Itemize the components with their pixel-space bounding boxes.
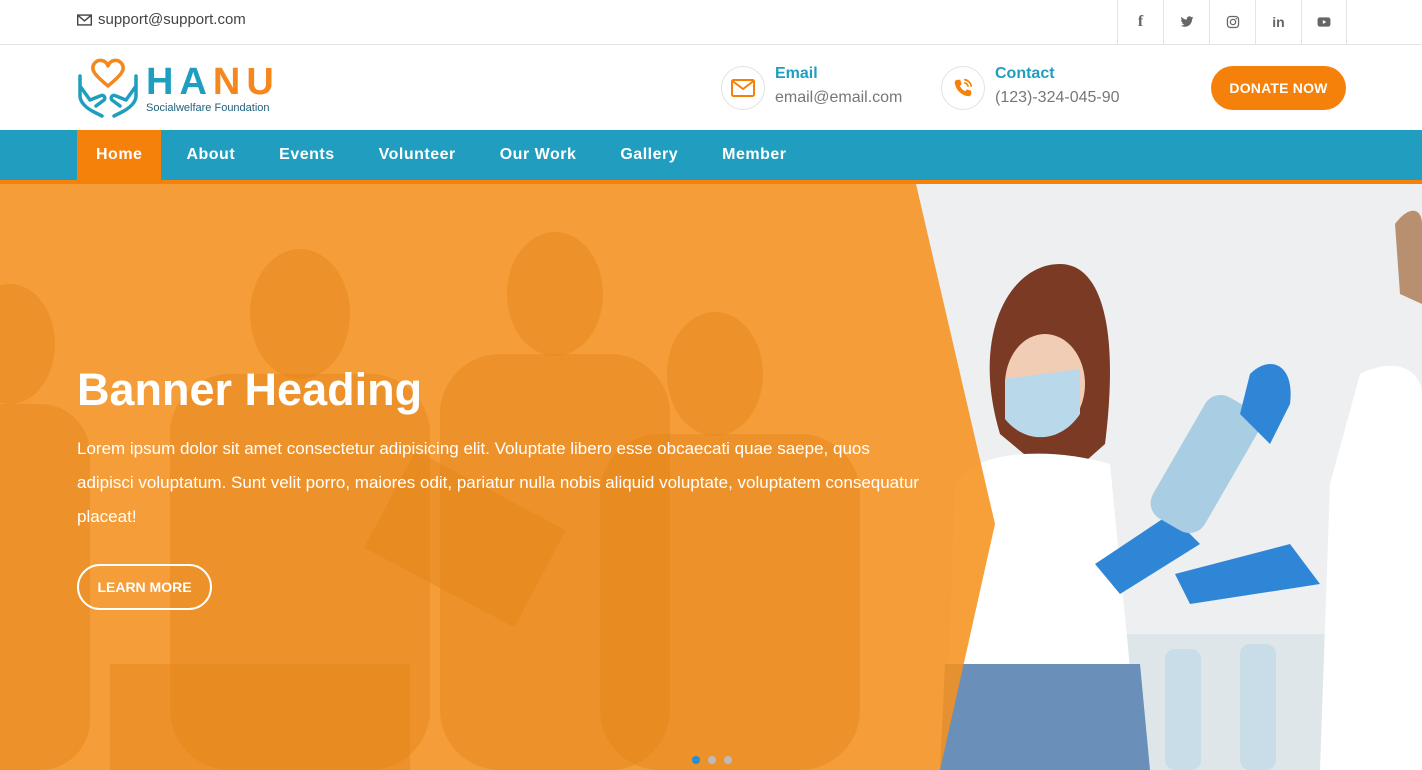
nav-item-gallery[interactable]: Gallery — [601, 130, 697, 180]
twitter-icon[interactable] — [1163, 0, 1209, 44]
youtube-icon[interactable] — [1301, 0, 1347, 44]
hero-banner: Banner Heading Lorem ipsum dolor sit ame… — [0, 184, 1422, 770]
site-logo[interactable]: HANU Socialwelfare Foundation — [76, 56, 280, 118]
slider-dots — [692, 756, 732, 764]
top-bar: support@support.com f in — [0, 0, 1422, 45]
brand-name: HANU — [146, 61, 280, 103]
envelope-icon — [731, 79, 755, 97]
email-label: Email — [775, 65, 818, 82]
phone-ringing-icon — [954, 78, 973, 97]
phone-icon-circle — [941, 66, 985, 110]
nav-item-home[interactable]: Home — [77, 130, 162, 180]
support-email-text: support@support.com — [98, 11, 246, 28]
envelope-icon — [77, 13, 92, 26]
brand-tagline: Socialwelfare Foundation — [146, 102, 270, 114]
hands-heart-logo-icon — [78, 58, 138, 118]
facebook-icon[interactable]: f — [1117, 0, 1163, 44]
donate-now-button[interactable]: DONATE NOW — [1211, 66, 1346, 110]
contact-label: Contact — [995, 65, 1055, 82]
banner-text: Lorem ipsum dolor sit amet consectetur a… — [77, 439, 919, 526]
nav-item-member[interactable]: Member — [703, 130, 805, 180]
nav-item-volunteer[interactable]: Volunteer — [360, 130, 475, 180]
banner-heading: Banner Heading — [77, 364, 423, 415]
linkedin-icon[interactable]: in — [1255, 0, 1301, 44]
support-email[interactable]: support@support.com — [77, 11, 246, 28]
instagram-icon[interactable] — [1209, 0, 1255, 44]
header-email: Email email@email.com — [721, 65, 902, 110]
learn-more-button[interactable]: LEARN MORE — [77, 564, 212, 610]
slider-dot-2[interactable] — [708, 756, 716, 764]
slider-dot-3[interactable] — [724, 756, 732, 764]
contact-value[interactable]: (123)-324-045-90 — [995, 89, 1120, 107]
email-value[interactable]: email@email.com — [775, 89, 902, 107]
brand-text: HANU Socialwelfare Foundation — [146, 61, 280, 114]
header-contact: Contact (123)-324-045-90 — [941, 65, 1120, 110]
site-header: HANU Socialwelfare Foundation Email emai… — [0, 45, 1422, 130]
social-links: f in — [1117, 0, 1347, 44]
nav-item-our-work[interactable]: Our Work — [481, 130, 596, 180]
nav-item-events[interactable]: Events — [260, 130, 353, 180]
main-nav: Home About Events Volunteer Our Work Gal… — [0, 130, 1422, 180]
email-icon-circle — [721, 66, 765, 110]
slider-dot-1[interactable] — [692, 756, 700, 764]
nav-item-about[interactable]: About — [167, 130, 254, 180]
